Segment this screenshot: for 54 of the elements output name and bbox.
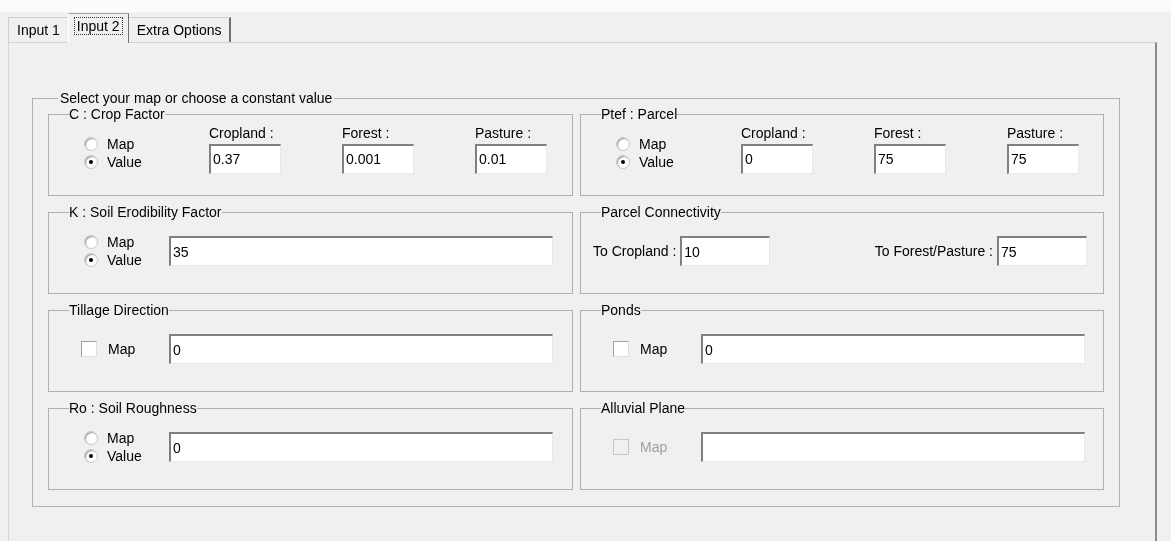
group-title: Select your map or choose a constant value [59, 90, 334, 106]
field-label: Pasture : [475, 124, 533, 141]
radio-label: Map [107, 136, 135, 152]
radio-button[interactable] [616, 137, 630, 151]
text-field[interactable]: 75 [874, 143, 946, 174]
group-title: Alluvial Plane [601, 400, 686, 416]
group-title: Tillage Direction [69, 302, 169, 318]
radio-button[interactable] [616, 155, 630, 169]
radio-button[interactable] [84, 155, 98, 169]
checkbox[interactable] [613, 341, 629, 357]
text-field[interactable]: 0.37 [209, 143, 281, 174]
text-field[interactable]: 0 [741, 143, 813, 174]
field-label: To Forest/Pasture : [874, 243, 993, 259]
radio-label: Value [639, 154, 674, 170]
field-label: Forest : [874, 124, 923, 141]
field-label: Pasture : [1007, 124, 1065, 141]
field-label: Cropland : [741, 124, 807, 141]
tab[interactable]: Input 2 [67, 13, 129, 43]
radio-label: Value [107, 448, 142, 464]
radio-button[interactable] [84, 449, 98, 463]
group-title: Ponds [601, 302, 641, 318]
field-label: Cropland : [209, 124, 275, 141]
text-field[interactable]: 0.001 [342, 143, 414, 174]
text-field[interactable]: 75 [1007, 143, 1079, 174]
radio-label: Value [107, 154, 142, 170]
radio-button[interactable] [84, 235, 98, 249]
tab[interactable]: Extra Options [127, 17, 232, 42]
radio-button[interactable] [84, 137, 98, 151]
field-label: To Cropland : [593, 243, 677, 259]
group-title: C : Crop Factor [69, 106, 165, 122]
group-title: Ptef : Parcel [601, 106, 678, 122]
text-field[interactable] [701, 432, 1085, 462]
text-field[interactable]: 35 [169, 236, 553, 266]
checkbox-label: Map [640, 341, 668, 357]
radio-button[interactable] [84, 253, 98, 267]
field-label: Forest : [342, 124, 391, 141]
radio-label: Map [107, 430, 135, 446]
checkbox[interactable] [81, 341, 97, 357]
text-field[interactable]: 0 [169, 334, 553, 364]
text-field[interactable]: 0.01 [475, 143, 547, 174]
radio-button[interactable] [84, 431, 98, 445]
text-field[interactable]: 10 [680, 236, 771, 266]
radio-label: Map [107, 234, 135, 250]
text-field[interactable]: 75 [997, 236, 1087, 266]
text-field[interactable]: 0 [701, 334, 1085, 364]
checkbox-label: Map [640, 439, 668, 455]
text-field[interactable]: 0 [169, 432, 553, 462]
radio-label: Map [639, 136, 667, 152]
tab[interactable]: Input 1 [8, 17, 69, 42]
group-title: K : Soil Erodibility Factor [69, 204, 222, 220]
group-title: Parcel Connectivity [601, 204, 721, 220]
radio-label: Value [107, 252, 142, 268]
checkbox-label: Map [108, 341, 136, 357]
group-title: Ro : Soil Roughness [69, 400, 197, 416]
